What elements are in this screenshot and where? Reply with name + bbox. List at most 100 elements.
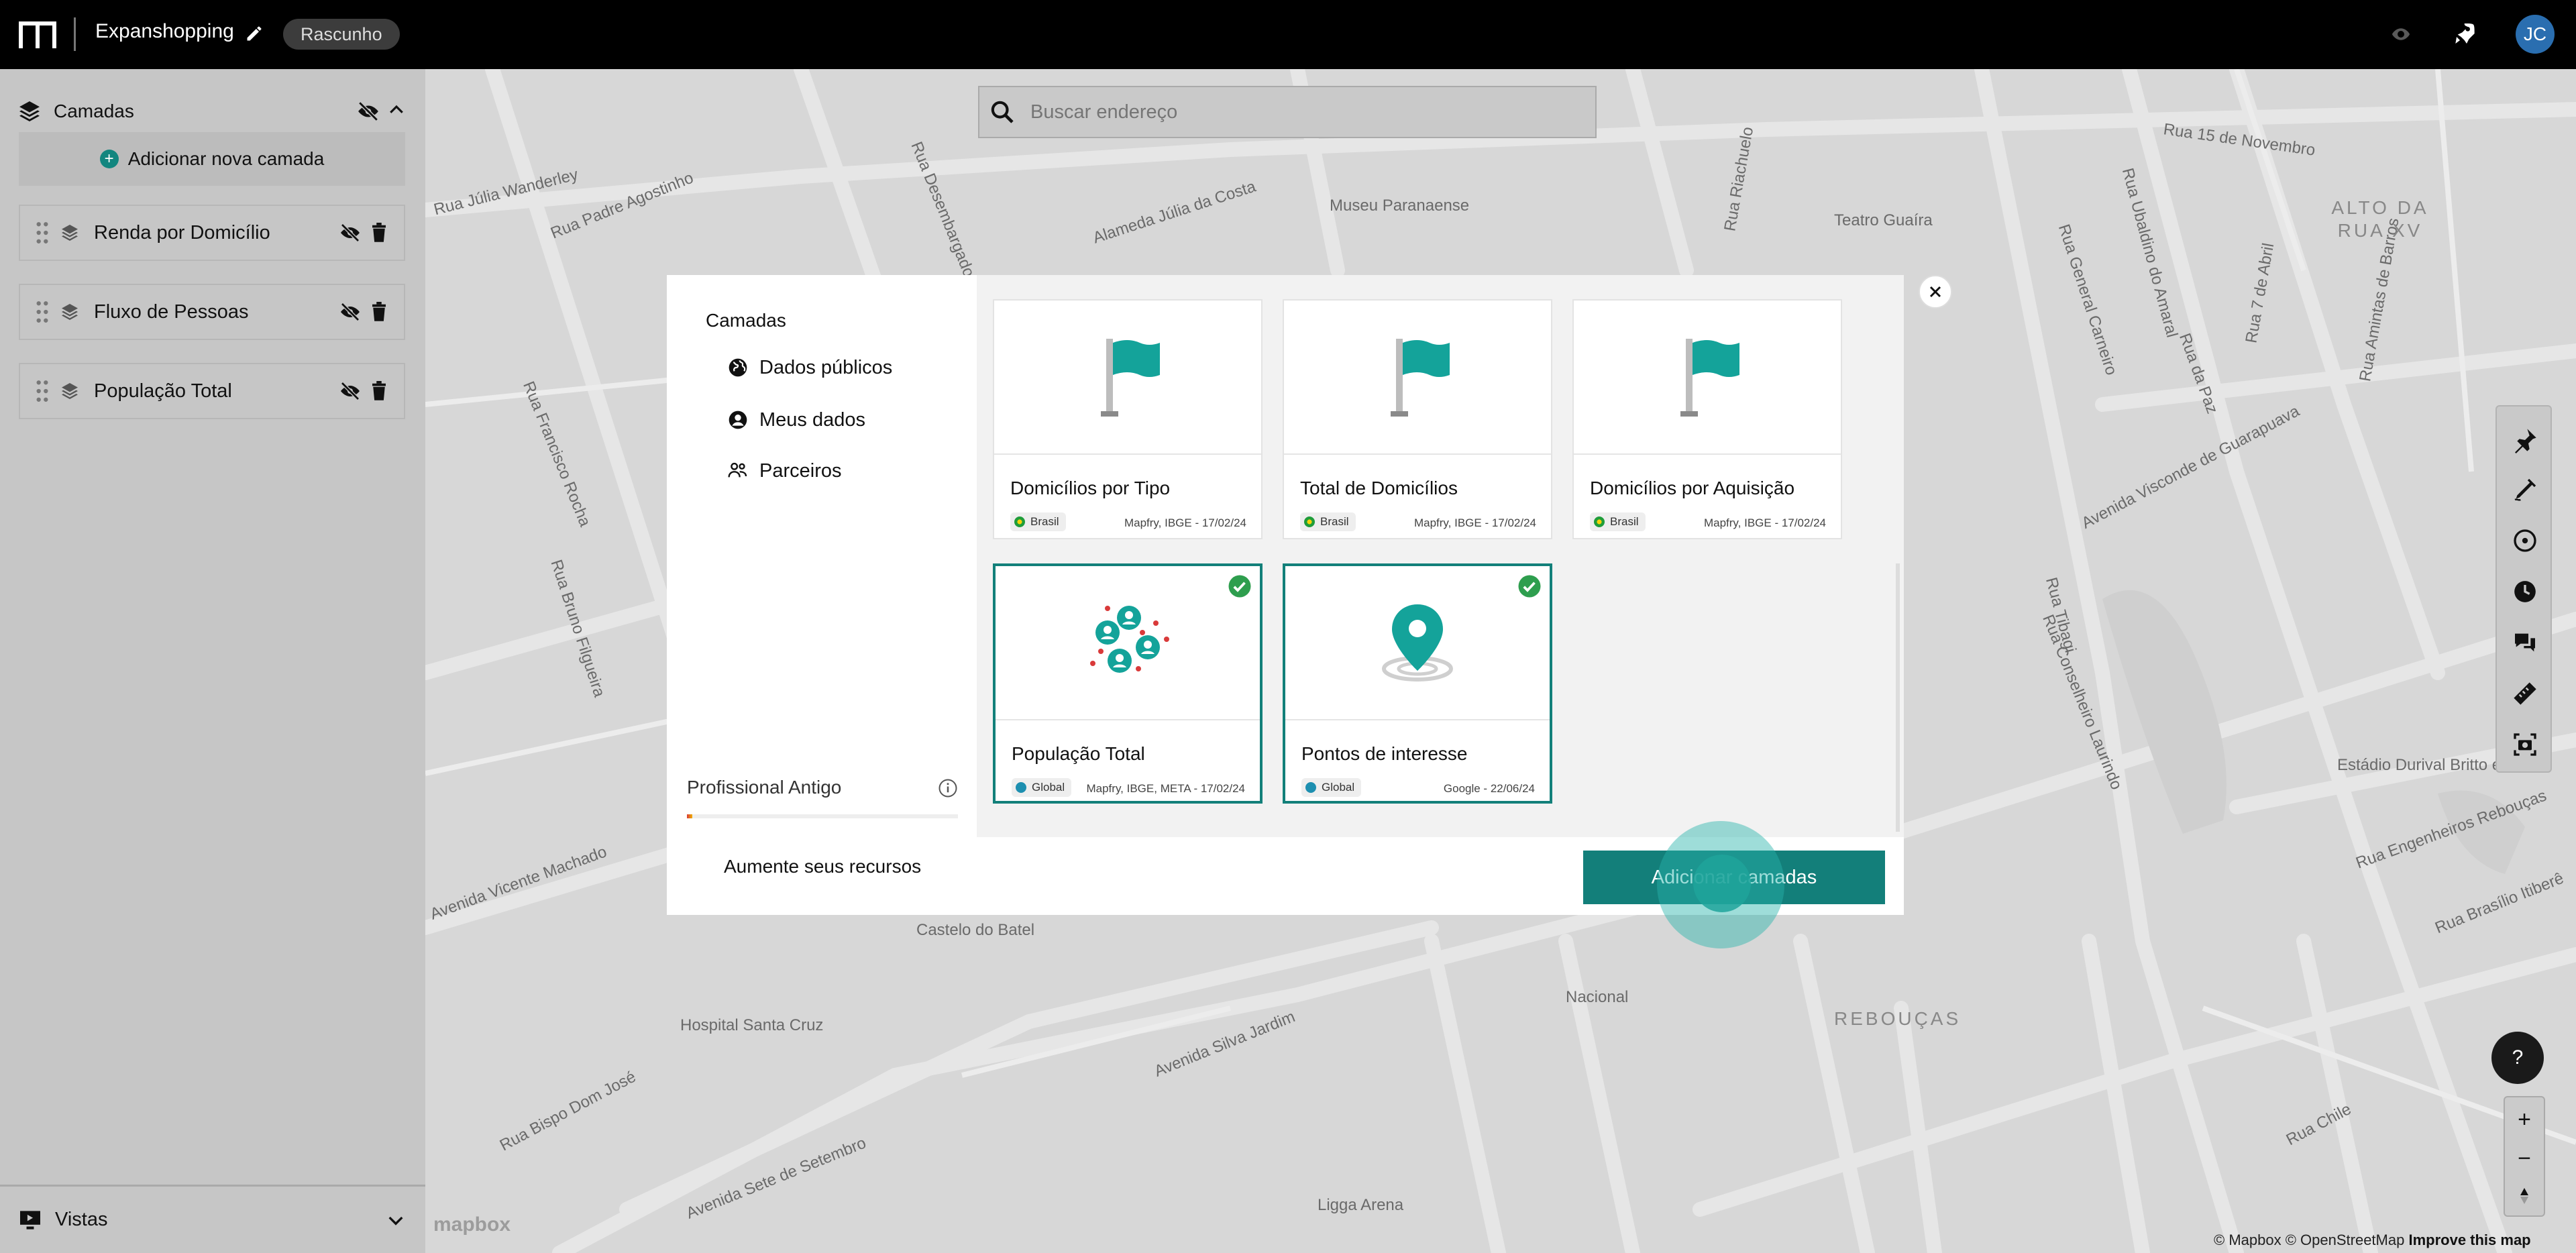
layer-card-domicilios-por-aquisicao[interactable]: Domicílios por Aquisição Brasil Mapfry, … — [1572, 299, 1842, 539]
project-title: Expanshopping — [95, 20, 234, 42]
add-new-layer-button[interactable]: + Adicionar nova camada — [19, 132, 405, 186]
radius-tool-icon[interactable] — [2512, 527, 2538, 554]
population-people-icon — [1090, 606, 1169, 673]
layer-card-domicilios-por-tipo[interactable]: Domicílios por Tipo Brasil Mapfry, IBGE … — [993, 299, 1263, 539]
nav-item-parceiros[interactable]: Parceiros — [727, 457, 842, 484]
ruler-measure-icon[interactable] — [2512, 680, 2538, 707]
poi-label: Hospital Santa Cruz — [680, 1016, 824, 1034]
nav-item-label: Parceiros — [759, 459, 842, 482]
edit-title-icon[interactable] — [245, 24, 264, 43]
nav-item-dados-publicos[interactable]: Dados públicos — [727, 354, 892, 381]
hide-all-layers-icon[interactable] — [357, 100, 380, 123]
address-search-box[interactable] — [978, 86, 1597, 138]
delete-layer-icon[interactable] — [370, 302, 388, 322]
draw-tool-icon[interactable] — [2512, 476, 2538, 503]
upgrade-resources-link[interactable]: Aumente seus recursos — [724, 856, 921, 877]
coverage-tag-label: Global — [1032, 781, 1065, 794]
logo-separator — [74, 17, 76, 51]
card-source: Mapfry, IBGE - 17/02/24 — [1703, 516, 1826, 529]
nav-item-label: Meus dados — [759, 408, 865, 431]
card-title: Domicílios por Aquisição — [1590, 478, 1795, 498]
add-layers-modal: Camadas Dados públicos Meus dados Parcei… — [667, 275, 1904, 915]
close-modal-button[interactable] — [1919, 275, 1952, 309]
layer-item-fluxo-de-pessoas[interactable]: Fluxo de Pessoas — [19, 284, 405, 340]
preview-eye-icon[interactable] — [2390, 24, 2412, 44]
views-monitor-icon — [20, 1210, 40, 1230]
selected-check-icon — [1228, 575, 1251, 598]
coverage-tag: Global — [1012, 778, 1072, 797]
info-icon[interactable] — [938, 778, 958, 798]
layer-name: Renda por Domicílio — [94, 221, 270, 243]
layers-icon — [19, 101, 40, 121]
flag-icon — [1391, 339, 1450, 417]
map-attribution: © Mapbox © OpenStreetMap Improve this ma… — [2214, 1232, 2531, 1249]
compass-icon — [2520, 1188, 2528, 1204]
layer-stack-icon — [62, 225, 78, 241]
plan-name-label: Profissional Antigo — [687, 777, 842, 798]
toggle-visibility-icon[interactable] — [339, 222, 361, 243]
layer-name: Fluxo de Pessoas — [94, 301, 249, 323]
views-section-title: Vistas — [55, 1209, 108, 1230]
catalog-scrollbar[interactable] — [1896, 563, 1900, 832]
plan-usage-bar — [687, 814, 958, 818]
compass-reset-button[interactable] — [2505, 1177, 2544, 1215]
zoom-out-button[interactable]: − — [2505, 1139, 2544, 1178]
views-section-header[interactable]: Vistas — [0, 1185, 425, 1253]
layer-item-populacao-total[interactable]: População Total — [19, 363, 405, 419]
coverage-tag: Brasil — [1590, 512, 1646, 531]
address-search-input[interactable] — [1030, 101, 1567, 123]
expand-chevron-down-icon[interactable] — [385, 1209, 407, 1231]
layer-card-total-de-domicilios[interactable]: Total de Domicílios Brasil Mapfry, IBGE … — [1283, 299, 1552, 539]
user-avatar[interactable]: JC — [2516, 15, 2555, 54]
card-thumbnail — [1284, 301, 1551, 455]
mapbox-logo[interactable]: mapbox — [433, 1213, 511, 1236]
layers-section-header: Camadas — [17, 95, 407, 128]
drag-handle-icon[interactable] — [35, 380, 50, 402]
coverage-tag-label: Brasil — [1320, 515, 1349, 528]
drag-handle-icon[interactable] — [35, 301, 50, 323]
screenshot-camera-icon[interactable] — [2512, 731, 2538, 758]
poi-label: Nacional — [1566, 988, 1629, 1006]
delete-layer-icon[interactable] — [370, 381, 388, 401]
partners-group-icon — [728, 462, 747, 478]
drag-handle-icon[interactable] — [35, 221, 50, 244]
collapse-chevron-up-icon[interactable] — [386, 100, 407, 120]
coverage-tag-label: Global — [1322, 781, 1355, 794]
toggle-visibility-icon[interactable] — [339, 301, 361, 323]
globe-icon — [729, 358, 747, 377]
card-source: Google - 22/06/24 — [1443, 782, 1535, 795]
flag-icon — [1680, 339, 1739, 417]
top-bar: Expanshopping Rascunho JC — [0, 0, 2576, 69]
layer-item-renda-por-domicilio[interactable]: Renda por Domicílio — [19, 205, 405, 261]
coverage-tag-label: Brasil — [1610, 515, 1639, 528]
layer-card-pontos-de-interesse[interactable]: Pontos de interesse Global Google - 22/0… — [1283, 563, 1552, 804]
app-logo-icon[interactable] — [19, 21, 56, 48]
toggle-visibility-icon[interactable] — [339, 380, 361, 402]
card-title: Domicílios por Tipo — [1010, 478, 1171, 498]
card-source: Mapfry, IBGE, META - 17/02/24 — [1086, 782, 1245, 795]
isochrone-clock-icon[interactable] — [2512, 578, 2538, 605]
card-thumbnail — [1285, 566, 1550, 720]
delete-layer-icon[interactable] — [370, 223, 388, 243]
help-button[interactable]: ? — [2491, 1032, 2544, 1084]
zoom-controls: + − — [2504, 1096, 2545, 1217]
zoom-in-button[interactable]: + — [2505, 1100, 2544, 1139]
close-icon — [1929, 286, 1941, 298]
card-thumbnail — [994, 301, 1261, 455]
comments-icon[interactable] — [2512, 629, 2538, 656]
nav-item-label: Dados públicos — [759, 356, 893, 378]
poi-label: Castelo do Batel — [916, 921, 1035, 939]
publish-rocket-icon[interactable] — [2450, 20, 2477, 47]
brazil-flag-icon — [1304, 516, 1315, 527]
click-indicator-dot — [1693, 855, 1751, 912]
poi-label: Ligga Arena — [1318, 1196, 1404, 1214]
layer-stack-icon — [62, 383, 78, 399]
attribution-text[interactable]: © Mapbox © OpenStreetMap — [2214, 1232, 2404, 1248]
layer-card-populacao-total[interactable]: População Total Global Mapfry, IBGE, MET… — [993, 563, 1263, 804]
flag-icon — [1101, 339, 1160, 417]
pin-tool-icon[interactable] — [2512, 427, 2538, 453]
map-tools-toolbar — [2496, 405, 2552, 773]
poi-label: Teatro Guaíra — [1834, 211, 1933, 229]
improve-map-link[interactable]: Improve this map — [2408, 1232, 2530, 1248]
nav-item-meus-dados[interactable]: Meus dados — [727, 406, 865, 433]
